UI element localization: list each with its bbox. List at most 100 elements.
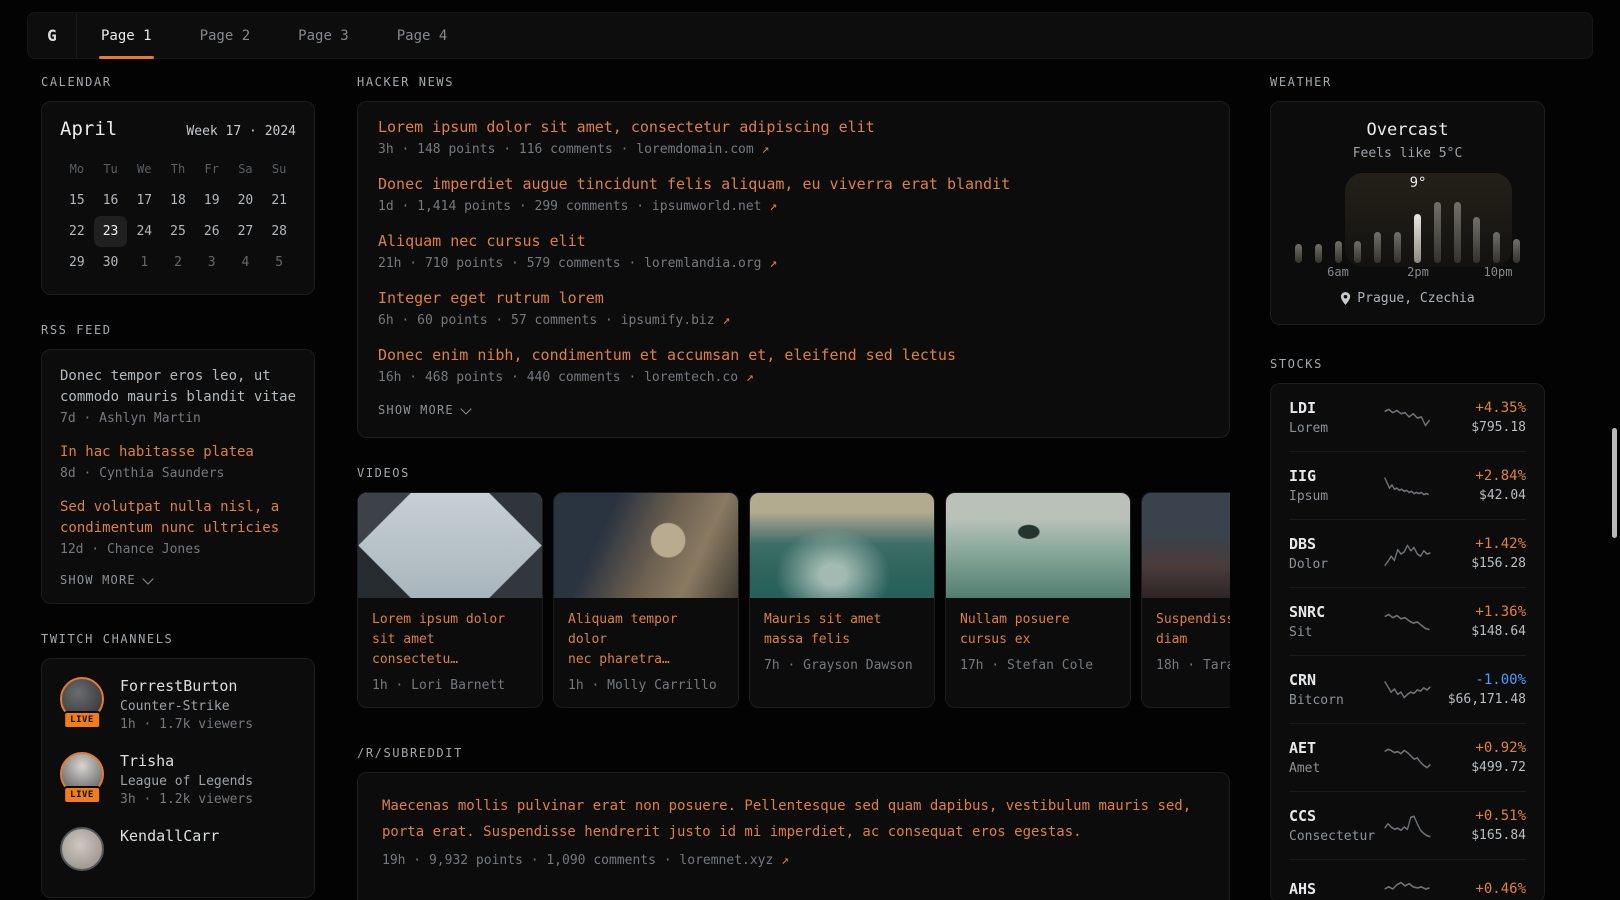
stock-sparkline xyxy=(1383,404,1432,432)
external-link-icon[interactable]: ↗ xyxy=(762,142,770,157)
channel-name[interactable]: Trisha xyxy=(120,752,253,770)
video-title[interactable]: Aliquam tempor dolor nec pharetra… xyxy=(568,610,724,670)
temp-bar xyxy=(1513,239,1520,263)
calendar-day[interactable]: 28 xyxy=(262,216,296,247)
right-column: WEATHER Overcast Feels like 5°C 9° xyxy=(1270,75,1545,900)
stock-sparkline xyxy=(1383,875,1432,900)
weekday-label: We xyxy=(127,154,161,185)
external-link-icon[interactable]: ↗ xyxy=(781,853,789,868)
video-card[interactable]: Mauris sit amet massa felis 7h · Grayson… xyxy=(749,492,935,708)
calendar-day[interactable]: 17 xyxy=(127,185,161,216)
page-scrollbar-thumb[interactable] xyxy=(1612,428,1617,538)
video-card[interactable]: Suspendisse diam 18h · Tara xyxy=(1141,492,1230,708)
stock-sparkline xyxy=(1383,608,1432,636)
video-thumbnail[interactable] xyxy=(1142,493,1230,598)
calendar-day[interactable]: 22 xyxy=(60,216,94,247)
calendar-day-next-month[interactable]: 2 xyxy=(161,247,195,278)
hn-show-more-button[interactable]: SHOW MORE xyxy=(378,403,1209,417)
app-logo[interactable]: G xyxy=(28,13,77,58)
external-link-icon[interactable]: ↗ xyxy=(746,370,754,385)
stock-change: +0.92% xyxy=(1440,740,1526,756)
video-card[interactable]: Aliquam tempor dolor nec pharetra… 1h · … xyxy=(553,492,739,708)
stock-row[interactable]: IIG Ipsum +2.84% $42.04 xyxy=(1289,451,1526,519)
reddit-post-meta: 19h · 9,932 points · 1,090 comments · lo… xyxy=(382,853,1205,868)
show-more-label: SHOW MORE xyxy=(60,573,136,587)
twitch-channel-row[interactable]: LIVE Trisha League of Legends 3h · 1.2k … xyxy=(60,752,296,807)
stock-name: Amet xyxy=(1289,761,1375,776)
rss-item[interactable]: Sed volutpat nulla nisl, a condimentum n… xyxy=(60,497,296,557)
calendar-day-selected[interactable]: 23 xyxy=(94,216,128,247)
calendar-day[interactable]: 27 xyxy=(229,216,263,247)
rss-item[interactable]: Donec tempor eros leo, ut commodo mauris… xyxy=(60,366,296,426)
calendar-day[interactable]: 18 xyxy=(161,185,195,216)
stock-row[interactable]: AET Amet +0.92% $499.72 xyxy=(1289,723,1526,791)
stock-row[interactable]: DBS Dolor +1.42% $156.28 xyxy=(1289,519,1526,587)
video-card[interactable]: Nullam posuere cursus ex 17h · Stefan Co… xyxy=(945,492,1131,708)
video-card[interactable]: Lorem ipsum dolor sit amet consectetu… 1… xyxy=(357,492,543,708)
channel-category: League of Legends xyxy=(120,774,253,789)
tab-page-1[interactable]: Page 1 xyxy=(99,13,154,58)
calendar-day-next-month[interactable]: 1 xyxy=(127,247,161,278)
calendar-day-next-month[interactable]: 3 xyxy=(195,247,229,278)
stock-symbol: CRN xyxy=(1289,671,1375,689)
weekday-label: Th xyxy=(161,154,195,185)
calendar-day[interactable]: 16 xyxy=(94,185,128,216)
stock-price: $165.84 xyxy=(1440,828,1526,843)
rss-item[interactable]: In hac habitasse platea 8d · Cynthia Sau… xyxy=(60,442,296,481)
stock-symbol: DBS xyxy=(1289,535,1375,553)
stock-row[interactable]: CCS Consectetur +0.51% $165.84 xyxy=(1289,791,1526,859)
external-link-icon[interactable]: ↗ xyxy=(769,256,777,271)
hn-item-title[interactable]: Donec imperdiet augue tincidunt felis al… xyxy=(378,175,1209,194)
calendar-day[interactable]: 24 xyxy=(127,216,161,247)
video-thumbnail[interactable] xyxy=(946,493,1130,598)
calendar-day[interactable]: 29 xyxy=(60,247,94,278)
twitch-channel-row[interactable]: LIVE ForrestBurton Counter-Strike 1h · 1… xyxy=(60,677,296,732)
hn-item-title[interactable]: Lorem ipsum dolor sit amet, consectetur … xyxy=(378,118,1209,137)
rss-item-title[interactable]: In hac habitasse platea xyxy=(60,442,296,463)
channel-name[interactable]: KendallCarr xyxy=(120,827,219,845)
temp-bar xyxy=(1374,232,1381,263)
rss-item-title[interactable]: Sed volutpat nulla nisl, a condimentum n… xyxy=(60,497,296,539)
channel-name[interactable]: ForrestBurton xyxy=(120,677,253,695)
hn-item-title[interactable]: Donec enim nibh, condimentum et accumsan… xyxy=(378,346,1209,365)
calendar-day[interactable]: 21 xyxy=(262,185,296,216)
calendar-day[interactable]: 20 xyxy=(229,185,263,216)
channel-avatar: LIVE xyxy=(60,677,104,721)
stock-row[interactable]: LDI Lorem +4.35% $795.18 xyxy=(1289,384,1526,451)
video-thumbnail[interactable] xyxy=(554,493,738,598)
calendar-day[interactable]: 19 xyxy=(195,185,229,216)
stock-row[interactable]: SNRC Sit +1.36% $148.64 xyxy=(1289,587,1526,655)
video-title[interactable]: Nullam posuere cursus ex xyxy=(960,610,1116,650)
calendar-day[interactable]: 25 xyxy=(161,216,195,247)
rss-show-more-button[interactable]: SHOW MORE xyxy=(60,573,296,587)
calendar-day[interactable]: 26 xyxy=(195,216,229,247)
tab-page-3[interactable]: Page 3 xyxy=(296,13,351,58)
reddit-post-title[interactable]: Maecenas mollis pulvinar erat non posuer… xyxy=(382,793,1205,845)
weekday-label: Sa xyxy=(229,154,263,185)
video-title[interactable]: Lorem ipsum dolor sit amet consectetu… xyxy=(372,610,528,670)
video-title[interactable]: Suspendisse diam xyxy=(1156,610,1230,650)
stock-sparkline xyxy=(1383,812,1432,840)
stock-price: $66,171.48 xyxy=(1440,692,1526,707)
videos-section-title: VIDEOS xyxy=(357,466,1230,480)
calendar-day-next-month[interactable]: 5 xyxy=(262,247,296,278)
video-title[interactable]: Mauris sit amet massa felis xyxy=(764,610,920,650)
external-link-icon[interactable]: ↗ xyxy=(769,199,777,214)
location-text: Prague, Czechia xyxy=(1357,291,1474,306)
calendar-day[interactable]: 15 xyxy=(60,185,94,216)
video-thumbnail[interactable] xyxy=(750,493,934,598)
calendar-day-next-month[interactable]: 4 xyxy=(229,247,263,278)
video-thumbnail[interactable] xyxy=(358,493,542,598)
hn-item-title[interactable]: Aliquam nec cursus elit xyxy=(378,232,1209,251)
rss-item-title[interactable]: Donec tempor eros leo, ut commodo mauris… xyxy=(60,366,296,408)
hn-item-title[interactable]: Integer eget rutrum lorem xyxy=(378,289,1209,308)
twitch-channel-row[interactable]: KendallCarr xyxy=(60,827,296,871)
stock-sparkline xyxy=(1383,676,1432,704)
stock-row[interactable]: AHS +0.46% xyxy=(1289,859,1526,900)
external-link-icon[interactable]: ↗ xyxy=(722,313,730,328)
channel-meta: 3h · 1.2k viewers xyxy=(120,792,253,807)
tab-page-4[interactable]: Page 4 xyxy=(395,13,450,58)
stock-row[interactable]: CRN Bitcorn -1.00% $66,171.48 xyxy=(1289,655,1526,723)
calendar-day[interactable]: 30 xyxy=(94,247,128,278)
tab-page-2[interactable]: Page 2 xyxy=(198,13,253,58)
